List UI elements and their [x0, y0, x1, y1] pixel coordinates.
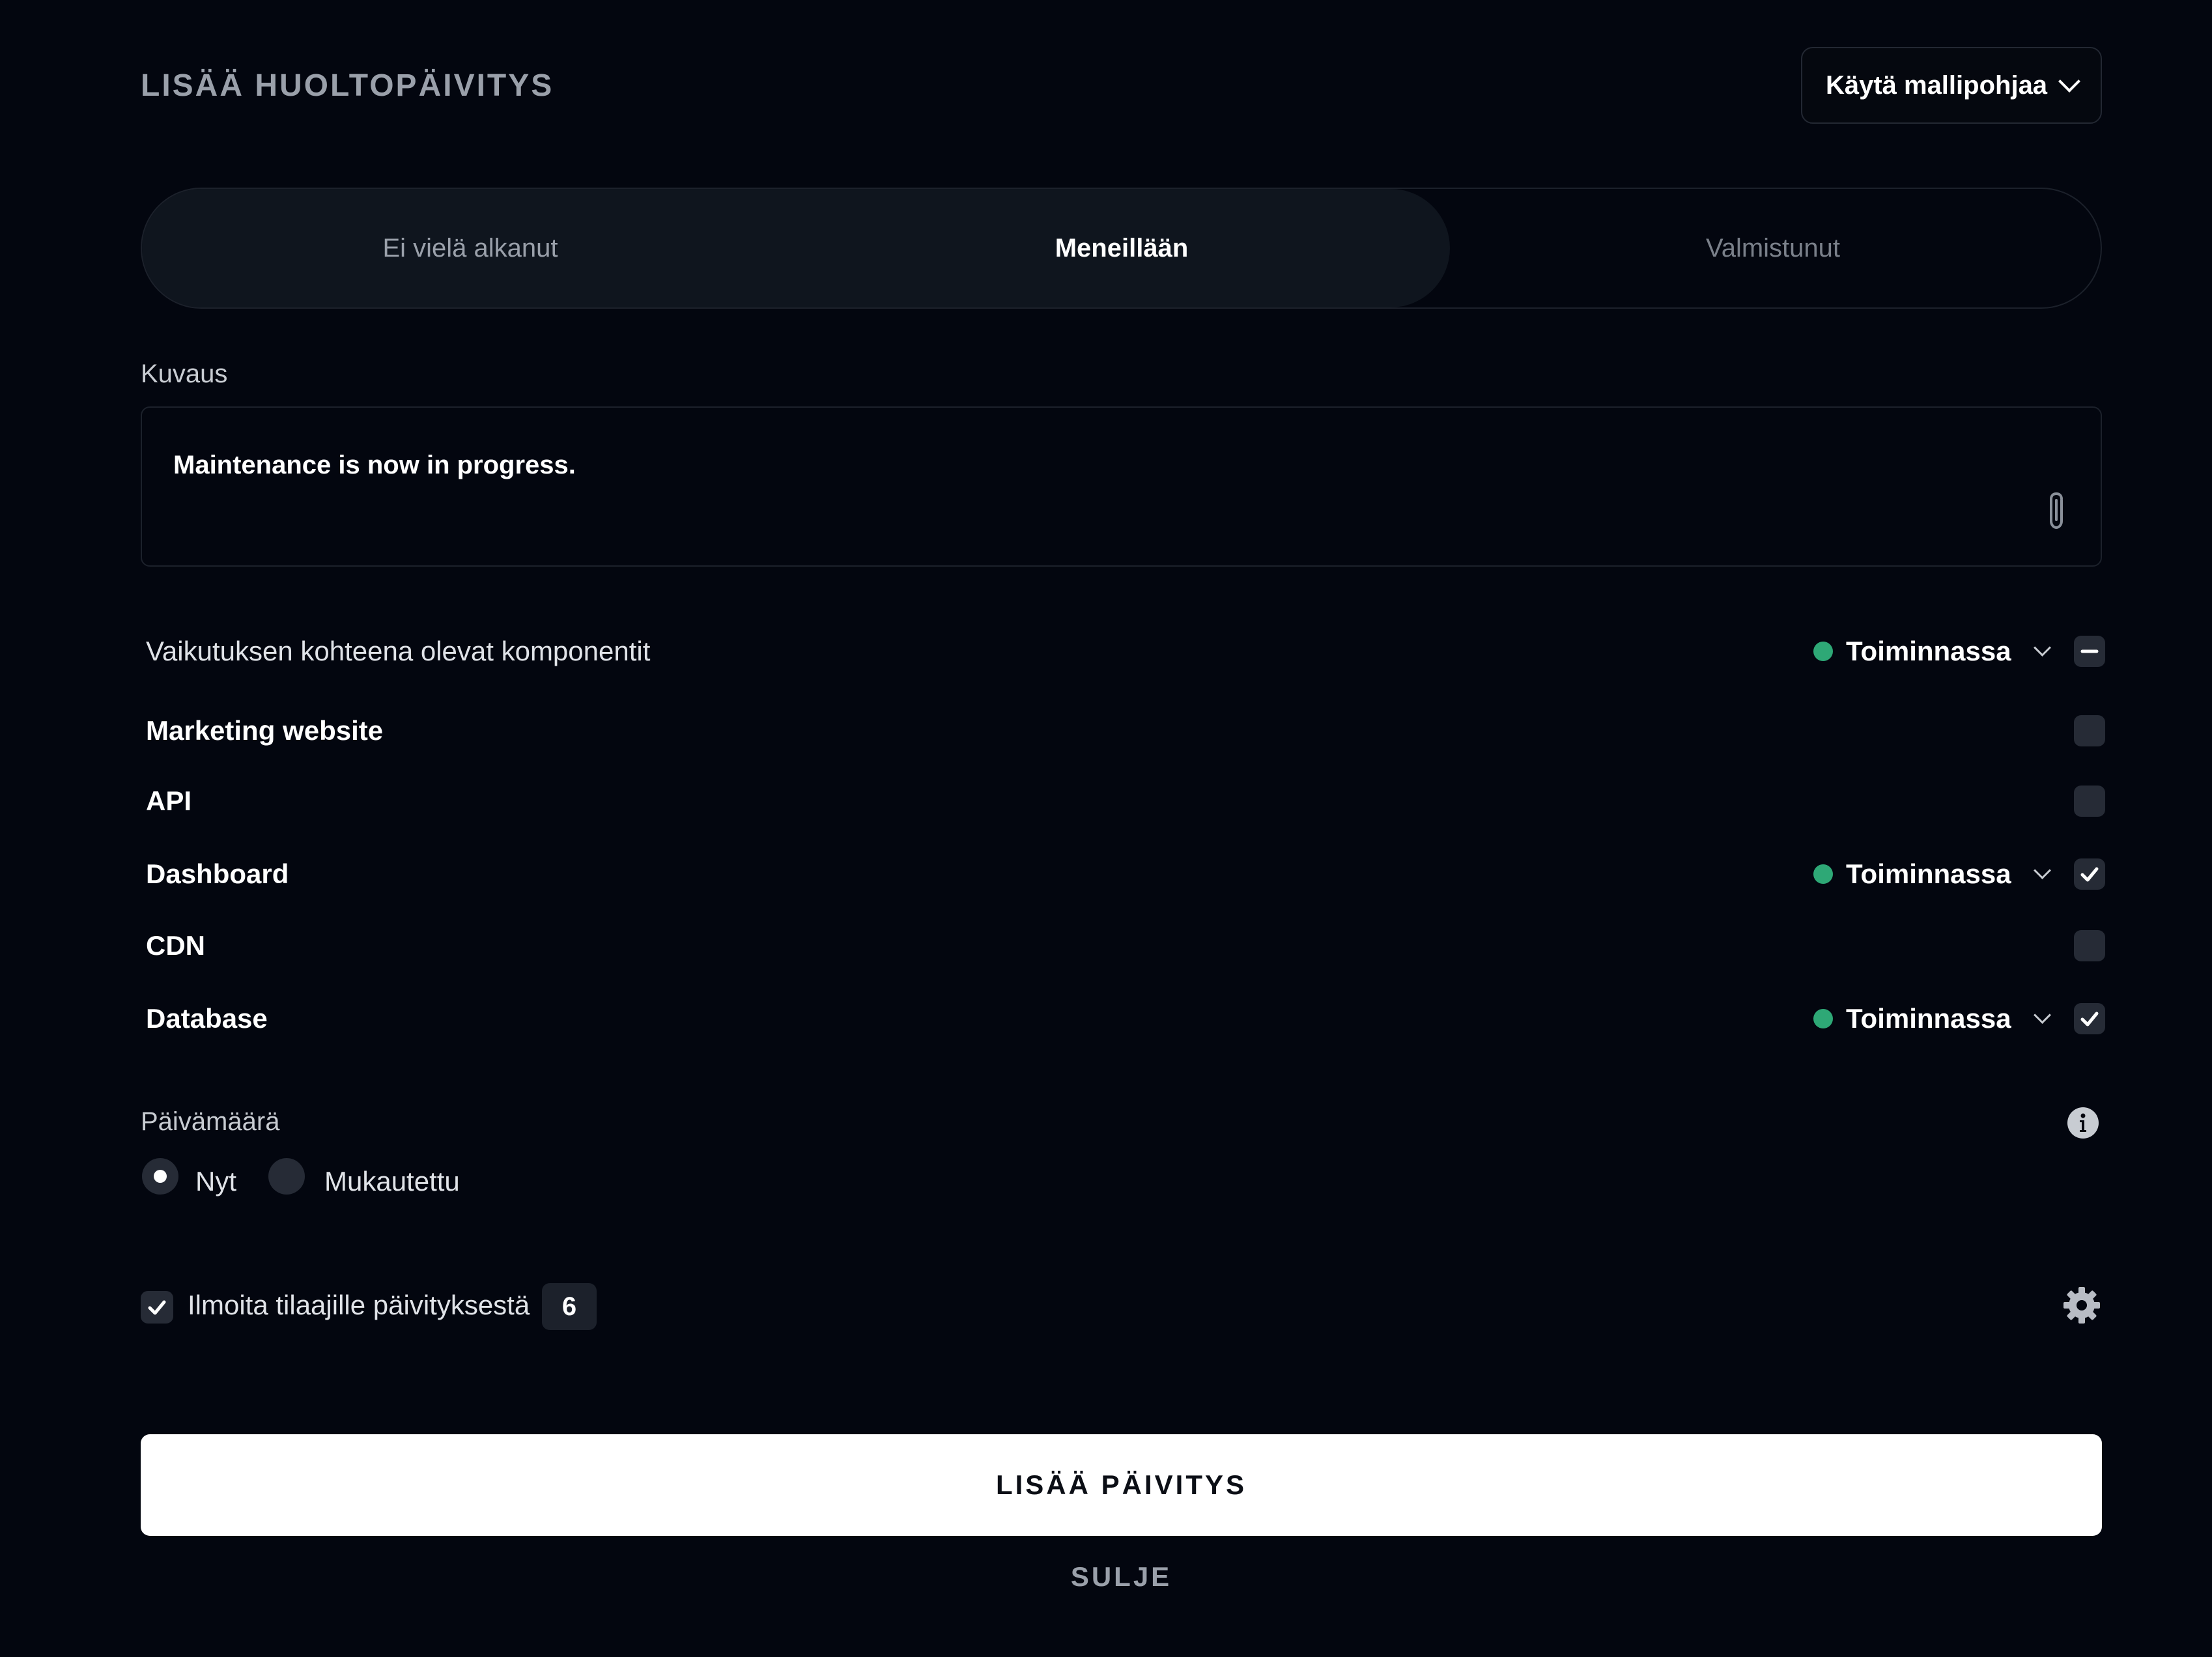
paperclip-icon[interactable] [2043, 491, 2069, 533]
components-header-label: Vaikutuksen kohteena olevat komponentit [146, 636, 651, 666]
component-name: CDN [146, 930, 205, 961]
component-name: Dashboard [146, 858, 289, 889]
info-icon[interactable] [2066, 1106, 2100, 1140]
subscriber-count-badge: 6 [542, 1283, 597, 1330]
modal-title: LISÄÄ HUOLTOPÄIVITYS [141, 68, 554, 103]
component-checkbox[interactable] [2074, 1003, 2105, 1034]
component-name: Marketing website [146, 715, 384, 746]
date-custom-radio[interactable] [268, 1158, 305, 1195]
date-now-radio[interactable] [142, 1158, 178, 1195]
component-name: Database [146, 1003, 268, 1034]
tab-in-progress[interactable]: Meneillään [796, 189, 1447, 307]
status-dot [1813, 864, 1833, 884]
components-header-row: Vaikutuksen kohteena olevat komponentit … [146, 625, 2106, 677]
close-button[interactable]: SULJE [141, 1558, 2102, 1596]
description-textarea[interactable]: Maintenance is now in progress. [141, 406, 2102, 567]
component-row: CDN [146, 920, 2106, 972]
component-status-label: Toiminnassa [1846, 858, 2011, 889]
tab-not-started[interactable]: Ei vielä alkanut [145, 189, 796, 307]
description-label: Kuvaus [141, 360, 228, 388]
component-row: Database Toiminnassa [146, 993, 2106, 1045]
component-row: Dashboard Toiminnassa [146, 848, 2106, 900]
chevron-down-icon [2033, 638, 2051, 657]
component-status-select[interactable]: Toiminnassa [1813, 993, 2051, 1045]
component-row: Marketing website [146, 705, 2106, 757]
use-template-button[interactable]: Käytä mallipohjaa [1801, 47, 2102, 124]
notify-subscribers-label: Ilmoita tilaajille päivityksestä [188, 1290, 530, 1320]
date-label: Päivämäärä [141, 1107, 280, 1136]
component-status-select[interactable]: Toiminnassa [1813, 848, 2051, 900]
check-icon [148, 1300, 166, 1315]
add-maintenance-update-modal: LISÄÄ HUOLTOPÄIVITYS Käytä mallipohjaa E… [0, 0, 2212, 1657]
status-dot [1813, 1009, 1833, 1028]
status-tabs: Ei vielä alkanut Meneillään Valmistunut [141, 188, 2102, 309]
use-template-label: Käytä mallipohjaa [1825, 70, 2048, 100]
component-checkbox[interactable] [2074, 715, 2105, 746]
status-dot [1813, 642, 1833, 661]
notify-subscribers-checkbox[interactable] [141, 1291, 173, 1324]
component-checkbox[interactable] [2074, 786, 2105, 817]
select-all-checkbox[interactable] [2074, 636, 2105, 667]
minus-icon [2080, 649, 2099, 653]
date-custom-label: Mukautettu [324, 1166, 460, 1197]
component-status-label: Toiminnassa [1846, 1003, 2011, 1034]
add-update-button[interactable]: LISÄÄ PÄIVITYS [141, 1434, 2102, 1536]
component-checkbox[interactable] [2074, 930, 2105, 961]
component-checkbox[interactable] [2074, 858, 2105, 890]
tab-completed[interactable]: Valmistunut [1447, 189, 2099, 307]
description-text: Maintenance is now in progress. [173, 451, 576, 479]
component-row: API [146, 775, 2106, 827]
component-name: API [146, 786, 192, 816]
chevron-down-icon [2033, 861, 2051, 879]
bulk-status-label: Toiminnassa [1846, 636, 2011, 666]
check-icon [2080, 867, 2099, 882]
chevron-down-icon [2058, 70, 2081, 92]
chevron-down-icon [2033, 1006, 2051, 1024]
date-now-label: Nyt [195, 1166, 236, 1197]
gear-icon[interactable] [2061, 1284, 2103, 1326]
check-icon [2080, 1012, 2099, 1027]
bulk-status-select[interactable]: Toiminnassa [1813, 625, 2051, 677]
